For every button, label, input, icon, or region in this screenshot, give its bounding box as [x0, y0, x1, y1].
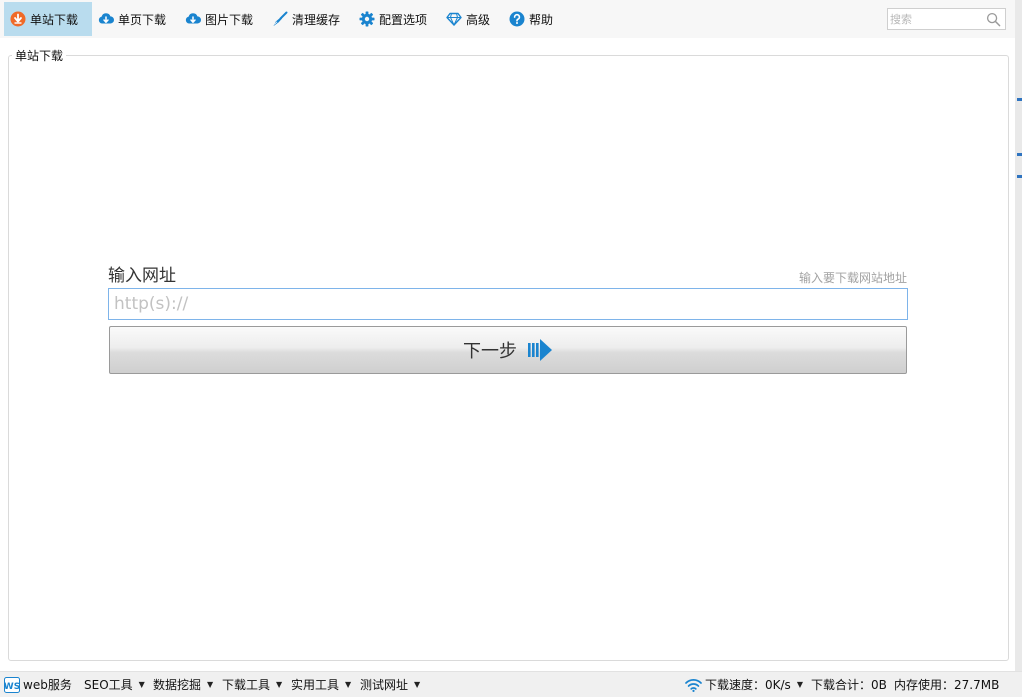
url-label: 输入网址 [108, 266, 176, 286]
memory-usage-label: 内存使用：27.7MB [894, 678, 1000, 692]
data-mining-menu[interactable]: 数据挖掘 ▼ [153, 672, 213, 697]
caret-down-icon: ▼ [138, 680, 145, 689]
tab-label: 单站下载 [30, 12, 79, 27]
test-url-label: 测试网址 [360, 678, 409, 692]
tab-label: 图片下载 [205, 12, 254, 27]
caret-down-icon: ▼ [345, 680, 352, 689]
download-total-label: 下载合计：0B [811, 678, 887, 692]
download-total: 下载合计：0B [811, 672, 887, 697]
tab-label: 单页下载 [118, 12, 167, 27]
status-bar: WS web服务 SEO工具 ▼ 数据挖掘 ▼ 下载工具 ▼ 实用工具 ▼ 测试… [0, 671, 1022, 697]
tab-label: 清理缓存 [292, 12, 341, 27]
utility-tools-menu[interactable]: 实用工具 ▼ [291, 672, 351, 697]
caret-down-icon: ▼ [276, 680, 283, 689]
group-title: 单站下载 [12, 47, 67, 64]
gear-icon [359, 11, 375, 27]
tab-image-download[interactable]: 图片下载 [179, 2, 259, 36]
tab-label: 高级 [466, 12, 491, 27]
svg-text:WS: WS [4, 682, 20, 692]
test-url-menu[interactable]: 测试网址 ▼ [360, 672, 420, 697]
seo-tools-menu[interactable]: SEO工具 ▼ [84, 672, 145, 697]
tab-advanced[interactable]: 高级 [440, 2, 496, 36]
download-speed-label: 下载速度：0K/s [705, 678, 791, 692]
edge-marker [1017, 153, 1022, 156]
edge-marker [1017, 175, 1022, 178]
cloud-download-icon [98, 13, 114, 24]
memory-usage: 内存使用：27.7MB [894, 672, 999, 697]
edge-marker [1017, 98, 1022, 101]
utility-tools-label: 实用工具 [291, 678, 340, 692]
seo-tools-label: SEO工具 [84, 678, 133, 692]
search-icon[interactable] [986, 12, 1001, 27]
tab-clear-cache[interactable]: 清理缓存 [266, 2, 346, 36]
url-input[interactable] [108, 288, 908, 320]
tab-config-options[interactable]: 配置选项 [353, 2, 433, 36]
arrow-right-icon [528, 339, 552, 361]
search-box [887, 8, 1006, 30]
caret-down-icon: ▼ [796, 680, 803, 689]
search-input[interactable] [890, 11, 982, 27]
web-service-label: web服务 [23, 678, 72, 692]
tab-label: 帮助 [529, 12, 554, 27]
data-mining-label: 数据挖掘 [153, 678, 202, 692]
next-step-label: 下一步 [463, 341, 517, 362]
tab-label: 配置选项 [379, 12, 428, 27]
tab-single-site-download[interactable]: 单站下载 [4, 2, 92, 36]
toolbar: 单站下载 单页下载 图片下载 清理缓存 配置选项 高级 帮助 搜索 [0, 0, 1022, 38]
tab-help[interactable]: 帮助 [503, 2, 559, 36]
url-hint: 输入要下载网站地址 [798, 271, 907, 285]
diamond-icon [446, 12, 462, 27]
cloud-download-icon [185, 13, 201, 24]
download-speed[interactable]: 下载速度：0K/s ▼ [685, 672, 803, 697]
web-service-button[interactable]: WS web服务 [4, 672, 72, 697]
caret-down-icon: ▼ [414, 680, 421, 689]
download-orange-icon [10, 11, 26, 27]
broom-icon [273, 11, 288, 26]
download-tools-label: 下载工具 [222, 678, 271, 692]
help-icon [509, 11, 525, 27]
caret-down-icon: ▼ [207, 680, 214, 689]
wifi-icon [685, 678, 702, 692]
next-step-button[interactable]: 下一步 [109, 326, 907, 374]
window-edge [1015, 0, 1022, 697]
download-tools-menu[interactable]: 下载工具 ▼ [222, 672, 282, 697]
tab-single-page-download[interactable]: 单页下载 [92, 2, 172, 36]
web-service-icon: WS [4, 676, 20, 693]
